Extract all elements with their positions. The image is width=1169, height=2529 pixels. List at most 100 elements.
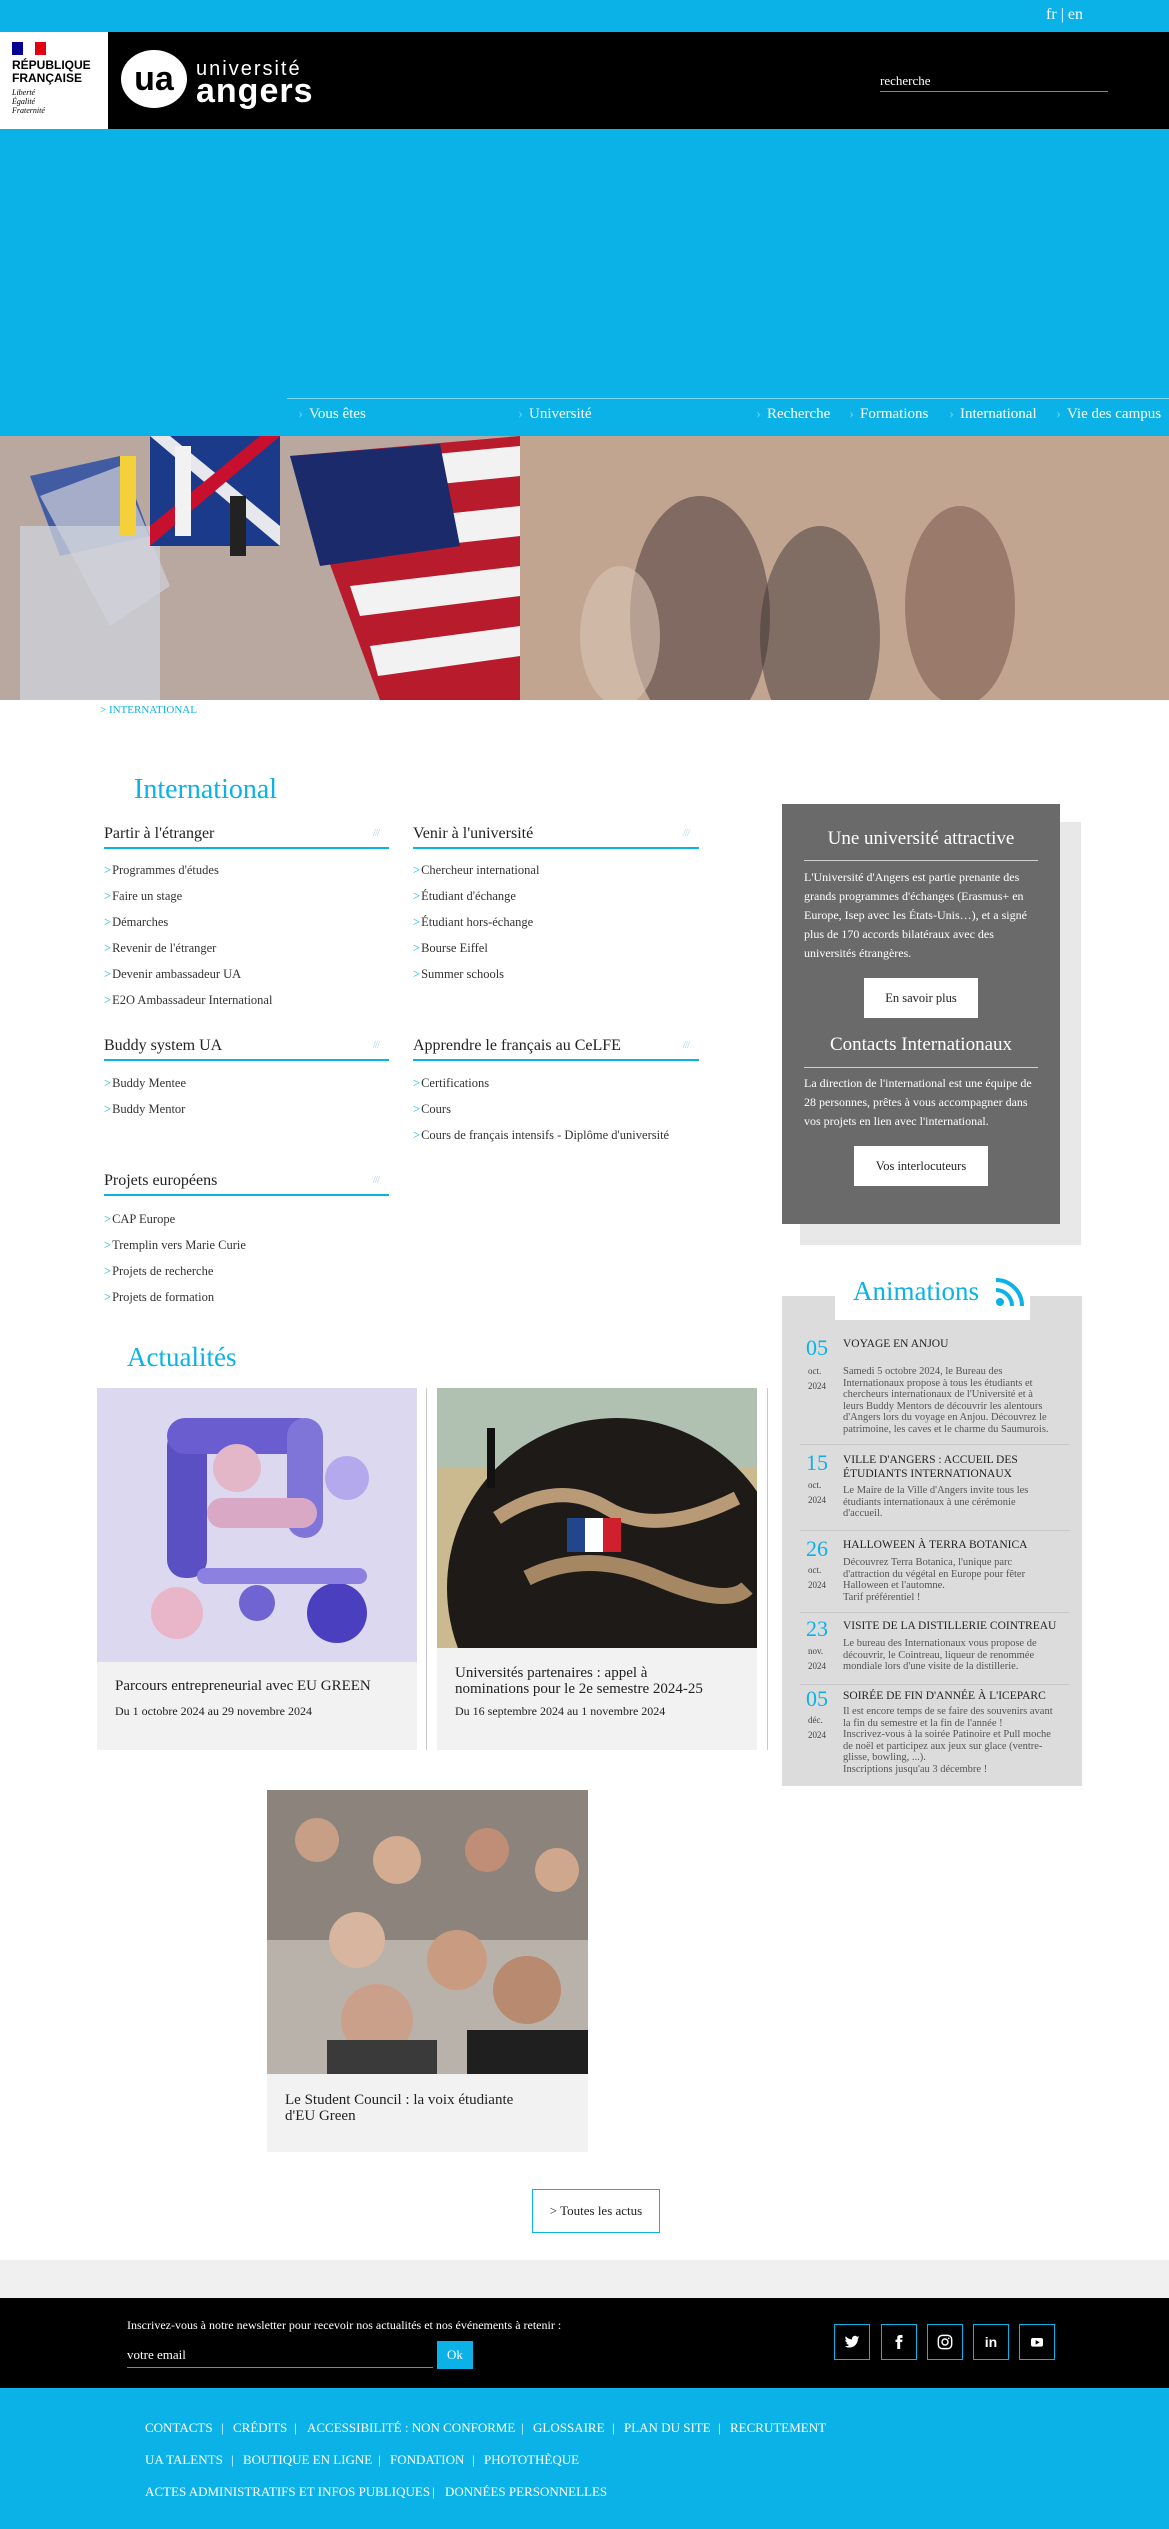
- nav-vous-etes[interactable]: Vous êtes: [298, 406, 366, 423]
- footer-link-recrutement[interactable]: RECRUTEMENT: [730, 2420, 826, 2436]
- link-cours-intensifs[interactable]: Cours de français intensifs - Diplôme d'…: [413, 1128, 669, 1143]
- link-cours[interactable]: Cours: [413, 1102, 451, 1117]
- twitter-icon[interactable]: [834, 2324, 870, 2360]
- link-buddy-mentee[interactable]: Buddy Mentee: [104, 1076, 186, 1091]
- lang-separator: |: [1060, 6, 1064, 23]
- link-ambassadeur[interactable]: Devenir ambassadeur UA: [104, 967, 241, 982]
- link-demarches[interactable]: Démarches: [104, 915, 168, 930]
- panel-divider-2: [804, 1067, 1038, 1068]
- section-partir-title: Partir à l'étranger///: [104, 825, 389, 849]
- footer-link-credits[interactable]: CRÉDITS: [233, 2420, 287, 2436]
- linkedin-icon[interactable]: in: [973, 2324, 1009, 2360]
- section-buddy-title: Buddy system UA///: [104, 1037, 389, 1061]
- news-card-title: Universités partenaires : appel à nominat…: [455, 1665, 703, 1697]
- event-day: 05: [806, 1335, 828, 1360]
- header-blue-zone: [0, 129, 1169, 436]
- newsletter-email-input[interactable]: [127, 2342, 433, 2368]
- language-switcher: fr | en: [1046, 6, 1083, 24]
- panel-divider: [804, 860, 1038, 861]
- section-venir-title: Venir à l'université///: [413, 825, 699, 849]
- youtube-icon[interactable]: [1019, 2324, 1055, 2360]
- news-separator: [767, 1388, 768, 1750]
- footer-link-donnees-personnelles[interactable]: DONNÉES PERSONNELLES: [445, 2484, 607, 2500]
- link-revenir[interactable]: Revenir de l'étranger: [104, 941, 216, 956]
- republique-francaise-logo[interactable]: RÉPUBLIQUE FRANÇAISE Liberté Égalité Frate…: [0, 32, 108, 129]
- instagram-icon[interactable]: [927, 2324, 963, 2360]
- link-buddy-mentor[interactable]: Buddy Mentor: [104, 1102, 185, 1117]
- footer-link-plan-du-site[interactable]: PLAN DU SITE: [624, 2420, 711, 2436]
- news-separator: [426, 1388, 427, 1750]
- footer-link-fondation[interactable]: FONDATION: [390, 2452, 464, 2468]
- main-nav: [287, 398, 1169, 436]
- event-title[interactable]: VOYAGE EN ANJOU: [843, 1338, 1068, 1350]
- news-card-image: [97, 1388, 417, 1662]
- link-hors-echange[interactable]: Étudiant hors-échange: [413, 915, 533, 930]
- event-title[interactable]: HALLOWEEN À TERRA BOTANICA: [843, 1539, 1068, 1551]
- footer-link-glossaire[interactable]: GLOSSAIRE: [533, 2420, 605, 2436]
- news-card[interactable]: Le Student Council : la voix étudiante d'…: [267, 1790, 588, 2152]
- link-summer-schools[interactable]: Summer schools: [413, 967, 504, 982]
- event-day: 26: [806, 1536, 828, 1561]
- pre-footer-strip: [0, 2260, 1169, 2298]
- section-celfe-title: Apprendre le français au CeLFE///: [413, 1037, 699, 1061]
- breadcrumb[interactable]: > INTERNATIONAL: [100, 704, 197, 716]
- link-tremplin[interactable]: Tremplin vers Marie Curie: [104, 1238, 246, 1253]
- link-projets-recherche[interactable]: Projets de recherche: [104, 1264, 213, 1279]
- facebook-icon[interactable]: [881, 2324, 917, 2360]
- ua-logo-mark[interactable]: ua: [121, 50, 187, 108]
- rf-title-line2: FRANÇAISE: [12, 71, 83, 85]
- link-projets-formation[interactable]: Projets de formation: [104, 1290, 214, 1305]
- all-news-button[interactable]: > Toutes les actus: [532, 2189, 660, 2233]
- footer-link-contacts[interactable]: CONTACTS: [145, 2420, 213, 2436]
- link-programmes-etudes[interactable]: Programmes d'études: [104, 863, 219, 878]
- link-faire-un-stage[interactable]: Faire un stage: [104, 889, 182, 904]
- event-description: Le bureau des Internationaux vous propos…: [843, 1638, 1037, 1672]
- event-title[interactable]: VISITE DE LA DISTILLERIE COINTREAU: [843, 1620, 1068, 1632]
- nav-international[interactable]: International: [949, 406, 1037, 423]
- newsletter-submit-button[interactable]: Ok: [437, 2341, 473, 2369]
- hero-illustration: [0, 436, 1169, 700]
- news-card-date: Du 1 octobre 2024 au 29 novembre 2024: [115, 1704, 312, 1718]
- event-month: oct. 2024: [808, 1565, 826, 1590]
- panel-title-attractive: Une université attractive: [827, 828, 1015, 849]
- lang-fr-link[interactable]: fr: [1046, 6, 1057, 23]
- footer-link-ua-talents[interactable]: UA TALENTS: [145, 2452, 223, 2468]
- nav-universite[interactable]: Université: [518, 406, 591, 423]
- en-savoir-plus-button[interactable]: En savoir plus: [864, 978, 978, 1018]
- newsletter-label: Inscrivez-vous à notre newsletter pour r…: [127, 2318, 562, 2332]
- link-cap-europe[interactable]: CAP Europe: [104, 1212, 175, 1227]
- animations-title: Animations: [853, 1276, 979, 1306]
- nav-recherche[interactable]: Recherche: [756, 406, 830, 423]
- event-description: Le Maire de la Ville d'Angers invite tou…: [843, 1485, 1029, 1519]
- link-certifications[interactable]: Certifications: [413, 1076, 489, 1091]
- link-bourse-eiffel[interactable]: Bourse Eiffel: [413, 941, 488, 956]
- event-title[interactable]: SOIRÉE DE FIN D'ANNÉE À L'ICEPARC: [843, 1690, 1068, 1702]
- nav-vie-des-campus[interactable]: Vie des campus: [1056, 406, 1161, 423]
- link-e2o[interactable]: E2O Ambassadeur International: [104, 993, 272, 1008]
- rf-motto: Liberté Égalité Fraternité: [12, 88, 45, 115]
- footer-link-accessibilite[interactable]: ACCESSIBILITÉ : NON CONFORME: [307, 2420, 515, 2436]
- link-chercheur[interactable]: Chercheur international: [413, 863, 539, 878]
- vos-interlocuteurs-button[interactable]: Vos interlocuteurs: [854, 1146, 988, 1186]
- event-separator: [800, 1612, 1070, 1613]
- top-strip: [0, 0, 1169, 32]
- info-panel: Une université attractive L'Université d…: [782, 804, 1060, 1224]
- link-etudiant-echange[interactable]: Étudiant d'échange: [413, 889, 516, 904]
- footer-link-phototheque[interactable]: PHOTOTHÈQUE: [484, 2452, 579, 2468]
- lang-en-link[interactable]: en: [1068, 6, 1083, 23]
- event-separator: [800, 1530, 1070, 1531]
- footer-link-actes-administratifs[interactable]: ACTES ADMINISTRATIFS ET INFOS PUBLIQUES: [145, 2484, 430, 2500]
- news-card-title: Le Student Council : la voix étudiante d'…: [285, 2092, 514, 2124]
- panel-title-contacts: Contacts Internationaux: [829, 1034, 1013, 1055]
- rss-icon[interactable]: [994, 1276, 1026, 1308]
- search-input[interactable]: [880, 70, 1108, 92]
- news-card[interactable]: Universités partenaires : appel à nominat…: [437, 1388, 757, 1750]
- footer-link-boutique[interactable]: BOUTIQUE EN LIGNE: [243, 2452, 372, 2468]
- event-title[interactable]: VILLE D'ANGERS : ACCUEIL DES ÉTUDIANTS I…: [843, 1453, 1068, 1481]
- news-card[interactable]: Parcours entrepreneurial avec EU GREEN D…: [97, 1388, 417, 1750]
- event-day: 23: [806, 1616, 828, 1641]
- panel-text-attractive: L'Université d'Angers est partie prenant…: [804, 870, 1027, 960]
- event-separator: [800, 1444, 1070, 1445]
- event-description: Découvrez Terra Botanica, l'unique parc d…: [843, 1557, 1026, 1603]
- nav-formations[interactable]: Formations: [849, 406, 928, 423]
